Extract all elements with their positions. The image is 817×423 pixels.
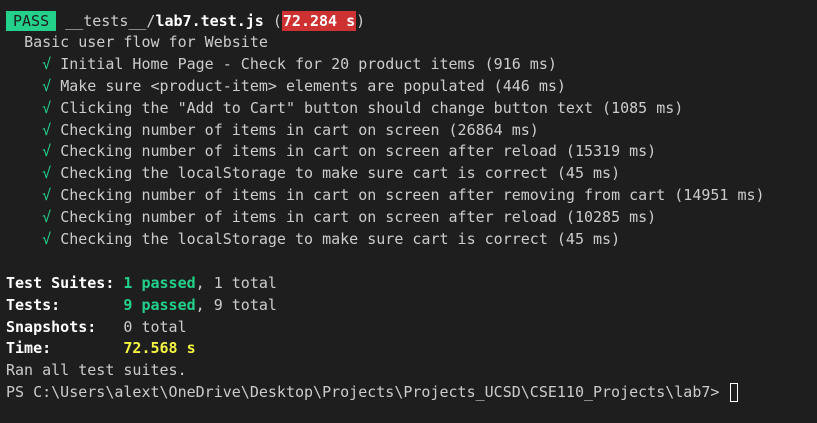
check-icon: √ xyxy=(42,120,52,139)
summary-tests-total: , 9 total xyxy=(195,295,277,314)
test-result-row: √ Checking the localStorage to make sure… xyxy=(6,163,817,185)
summary-test-suites: Test Suites: 1 passed, 1 total xyxy=(6,273,817,295)
test-name: Initial Home Page - Check for 20 product… xyxy=(60,54,557,73)
test-name: Checking number of items in cart on scre… xyxy=(60,120,539,139)
test-result-row: √ Checking number of items in cart on sc… xyxy=(6,185,817,207)
check-icon: √ xyxy=(42,142,52,161)
summary-suites-passed: 1 passed xyxy=(123,273,196,292)
duration-open-paren: ( xyxy=(263,12,282,30)
test-name: Checking number of items in cart on scre… xyxy=(60,186,765,205)
test-result-row: √ Checking number of items in cart on sc… xyxy=(6,141,817,163)
summary-time-label: Time: xyxy=(6,339,124,358)
test-result-row: √ Make sure <product-item> elements are … xyxy=(6,76,817,98)
prompt-path: PS C:\Users\alext\OneDrive\Desktop\Proje… xyxy=(6,383,729,402)
test-name: Checking the localStorage to make sure c… xyxy=(60,230,621,249)
test-name: Checking number of items in cart on scre… xyxy=(60,142,657,161)
terminal-output[interactable]: PASS __tests__/lab7.test.js (72.284 s) B… xyxy=(0,0,817,423)
test-results-list: √ Initial Home Page - Check for 20 produ… xyxy=(6,54,817,251)
summary-snapshots: Snapshots: 0 total xyxy=(6,317,817,339)
test-name: Checking the localStorage to make sure c… xyxy=(60,164,621,183)
test-name: Clicking the "Add to Cart" button should… xyxy=(60,98,684,117)
test-result-row: √ Checking number of items in cart on sc… xyxy=(6,207,817,229)
check-icon: √ xyxy=(42,98,52,117)
summary-tests-label: Tests: xyxy=(6,295,124,314)
summary-tests-passed: 9 passed xyxy=(123,295,196,314)
test-file-header: PASS __tests__/lab7.test.js (72.284 s) xyxy=(6,10,817,32)
ran-all-message: Ran all test suites. xyxy=(6,361,187,380)
test-file-dir: __tests__/ xyxy=(65,12,156,30)
test-result-row: √ Checking the localStorage to make sure… xyxy=(6,229,817,251)
duration-close-paren: ) xyxy=(356,12,366,30)
summary-suites-total: , 1 total xyxy=(195,273,277,292)
summary-time-value: 72.568 s xyxy=(123,339,196,358)
test-name: Make sure <product-item> elements are po… xyxy=(60,76,566,95)
check-icon: √ xyxy=(42,186,52,205)
check-icon: √ xyxy=(42,208,52,227)
slow-duration-badge: 72.284 s xyxy=(281,11,357,31)
summary-snapshots-total: 0 total xyxy=(123,317,187,336)
summary-snapshots-label: Snapshots: xyxy=(6,317,124,336)
check-icon: √ xyxy=(42,54,52,73)
test-name: Checking number of items in cart on scre… xyxy=(60,208,657,227)
test-result-row: √ Checking number of items in cart on sc… xyxy=(6,120,817,142)
check-icon: √ xyxy=(42,164,52,183)
summary-time: Time: 72.568 s xyxy=(6,338,817,360)
test-result-row: √ Clicking the "Add to Cart" button shou… xyxy=(6,98,817,120)
pass-badge: PASS xyxy=(6,11,57,31)
summary-suites-label: Test Suites: xyxy=(6,273,124,292)
summary-tests: Tests: 9 passed, 9 total xyxy=(6,295,817,317)
test-file-name: lab7.test.js xyxy=(155,12,264,30)
test-result-row: √ Initial Home Page - Check for 20 produ… xyxy=(6,54,817,76)
check-icon: √ xyxy=(42,76,52,95)
terminal-cursor[interactable] xyxy=(730,383,739,403)
check-icon: √ xyxy=(42,230,52,249)
suite-title: Basic user flow for Website xyxy=(24,33,268,51)
shell-prompt[interactable]: PS C:\Users\alext\OneDrive\Desktop\Proje… xyxy=(6,382,817,404)
